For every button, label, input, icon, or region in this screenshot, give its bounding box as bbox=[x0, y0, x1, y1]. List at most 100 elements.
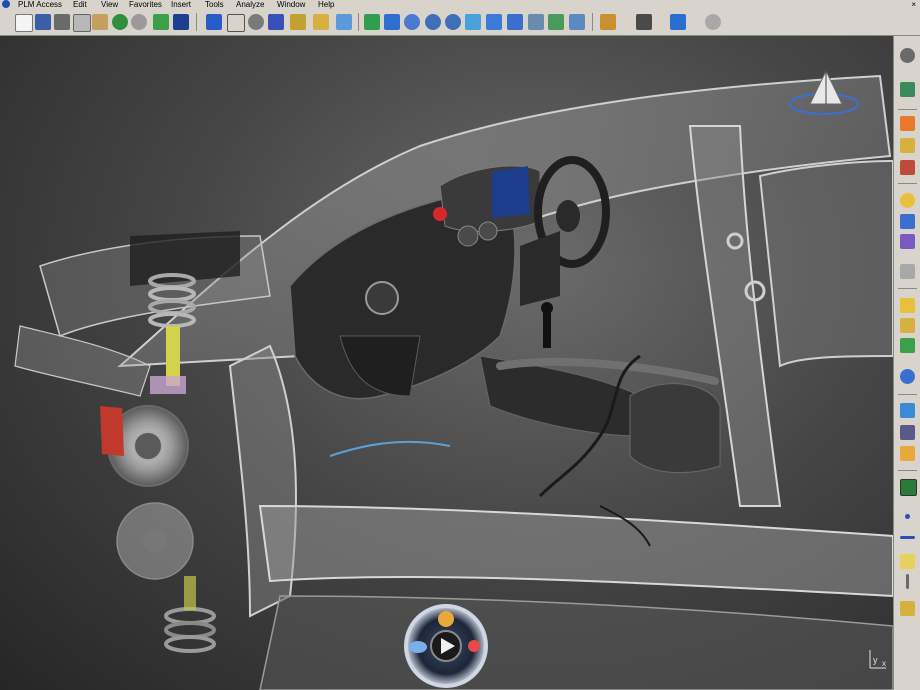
axis-label-y: y bbox=[873, 655, 878, 665]
network-icon bbox=[468, 640, 480, 652]
zoom-out-icon[interactable] bbox=[445, 14, 461, 30]
front-bumper bbox=[14, 325, 151, 397]
menu-plm-access[interactable]: PLM Access bbox=[18, 0, 62, 9]
cloud-icon bbox=[409, 641, 427, 653]
toolbar-separator bbox=[592, 13, 593, 31]
update-icon[interactable] bbox=[153, 14, 169, 30]
standard-toolbar bbox=[0, 9, 920, 36]
sketcher-icon[interactable] bbox=[900, 48, 915, 63]
navigation-wheel[interactable] bbox=[404, 604, 488, 688]
explode-icon[interactable] bbox=[900, 446, 915, 461]
steering-column bbox=[520, 231, 560, 306]
copy-icon[interactable] bbox=[73, 14, 91, 32]
wheel-hub-reflection bbox=[143, 529, 167, 553]
component-icon[interactable] bbox=[900, 338, 915, 353]
app-logo-icon bbox=[2, 0, 10, 8]
part-body-icon[interactable] bbox=[900, 138, 915, 153]
menu-view[interactable]: View bbox=[101, 0, 118, 9]
assembly-icon[interactable] bbox=[900, 298, 915, 313]
door-sill bbox=[258, 504, 893, 598]
normal-view-icon[interactable] bbox=[465, 14, 481, 30]
toolbar-separator bbox=[196, 13, 197, 31]
undo-history-icon[interactable] bbox=[705, 14, 721, 30]
menu-insert[interactable]: Insert bbox=[171, 0, 191, 9]
line-icon[interactable] bbox=[900, 536, 915, 539]
axis-icon[interactable] bbox=[906, 574, 909, 589]
collaboration-icon bbox=[438, 611, 454, 627]
filter-icon[interactable] bbox=[900, 264, 915, 279]
new-file-icon[interactable] bbox=[15, 14, 33, 32]
shading-icon[interactable] bbox=[528, 14, 544, 30]
cable-run-blue bbox=[329, 440, 451, 457]
surface-icon[interactable] bbox=[900, 554, 915, 569]
fit-all-icon[interactable] bbox=[364, 14, 380, 30]
hazard-button bbox=[433, 207, 447, 221]
cut-icon[interactable] bbox=[54, 14, 70, 30]
render-icon[interactable] bbox=[548, 14, 564, 30]
car-model-render: y x bbox=[14, 69, 893, 690]
zoom-in-icon[interactable] bbox=[425, 14, 441, 30]
formula-icon[interactable] bbox=[227, 14, 245, 32]
toolbar-separator bbox=[898, 183, 917, 184]
pan-icon[interactable] bbox=[384, 14, 400, 30]
redo-icon[interactable] bbox=[131, 14, 147, 30]
move-icon[interactable] bbox=[900, 369, 915, 384]
toolbar-separator bbox=[898, 470, 917, 471]
tree-icon[interactable] bbox=[900, 160, 915, 175]
axis-label-x: x bbox=[882, 659, 886, 668]
swap-icon[interactable] bbox=[670, 14, 686, 30]
select-arrow-icon[interactable] bbox=[206, 14, 222, 30]
close-window-button[interactable]: × bbox=[911, 0, 916, 9]
whats-this-icon[interactable] bbox=[173, 14, 189, 30]
steering-hub bbox=[556, 200, 580, 232]
air-vent bbox=[365, 281, 399, 315]
gauge-display bbox=[492, 166, 530, 218]
video-icon[interactable] bbox=[636, 14, 652, 30]
toolbar-separator bbox=[898, 109, 917, 110]
paste-icon[interactable] bbox=[92, 14, 108, 30]
analysis-icon[interactable] bbox=[900, 234, 915, 249]
wheel-hub bbox=[133, 431, 163, 461]
toolbar-separator bbox=[898, 394, 917, 395]
menu-help[interactable]: Help bbox=[318, 0, 334, 9]
menu-tools[interactable]: Tools bbox=[205, 0, 224, 9]
menu-favorites[interactable]: Favorites bbox=[129, 0, 162, 9]
plane-icon[interactable] bbox=[900, 479, 917, 496]
product-icon[interactable] bbox=[900, 318, 915, 333]
law-icon[interactable] bbox=[900, 601, 915, 616]
seat bbox=[629, 383, 721, 474]
undo-icon[interactable] bbox=[112, 14, 128, 30]
floor-panel bbox=[259, 595, 893, 690]
air-vent bbox=[457, 225, 479, 247]
catalog-icon[interactable] bbox=[248, 14, 264, 30]
hide-show-icon[interactable] bbox=[569, 14, 585, 30]
snap-icon[interactable] bbox=[900, 403, 915, 418]
multi-view-icon[interactable] bbox=[486, 14, 502, 30]
table-icon[interactable] bbox=[268, 14, 284, 30]
save-icon[interactable] bbox=[35, 14, 51, 30]
pointer-icon[interactable] bbox=[900, 116, 915, 131]
air-vent bbox=[478, 221, 498, 241]
3d-viewport[interactable]: y x bbox=[0, 36, 893, 690]
iso-view-icon[interactable] bbox=[507, 14, 523, 30]
coil-spring-lower bbox=[164, 607, 216, 653]
rotate-icon[interactable] bbox=[404, 14, 420, 30]
menu-analyze[interactable]: Analyze bbox=[236, 0, 264, 9]
knuckle bbox=[150, 376, 186, 394]
constraint-icon[interactable] bbox=[900, 82, 915, 97]
point-icon[interactable] bbox=[905, 514, 910, 519]
clash-icon[interactable] bbox=[900, 425, 915, 440]
capture-icon[interactable] bbox=[600, 14, 616, 30]
sketch-icon[interactable] bbox=[290, 14, 306, 30]
hole-icon[interactable] bbox=[336, 14, 352, 30]
menu-edit[interactable]: Edit bbox=[73, 0, 87, 9]
gear-knob bbox=[541, 302, 553, 314]
menu-window[interactable]: Window bbox=[277, 0, 305, 9]
rear-door-frame bbox=[758, 159, 893, 368]
brake-caliper bbox=[100, 406, 124, 456]
menu-bar: PLM Access Edit View Favorites Insert To… bbox=[0, 0, 920, 9]
measure-icon[interactable] bbox=[900, 214, 915, 229]
material-icon[interactable] bbox=[900, 193, 915, 208]
body-icon[interactable] bbox=[313, 14, 329, 30]
strut-tube-lower bbox=[184, 576, 196, 610]
